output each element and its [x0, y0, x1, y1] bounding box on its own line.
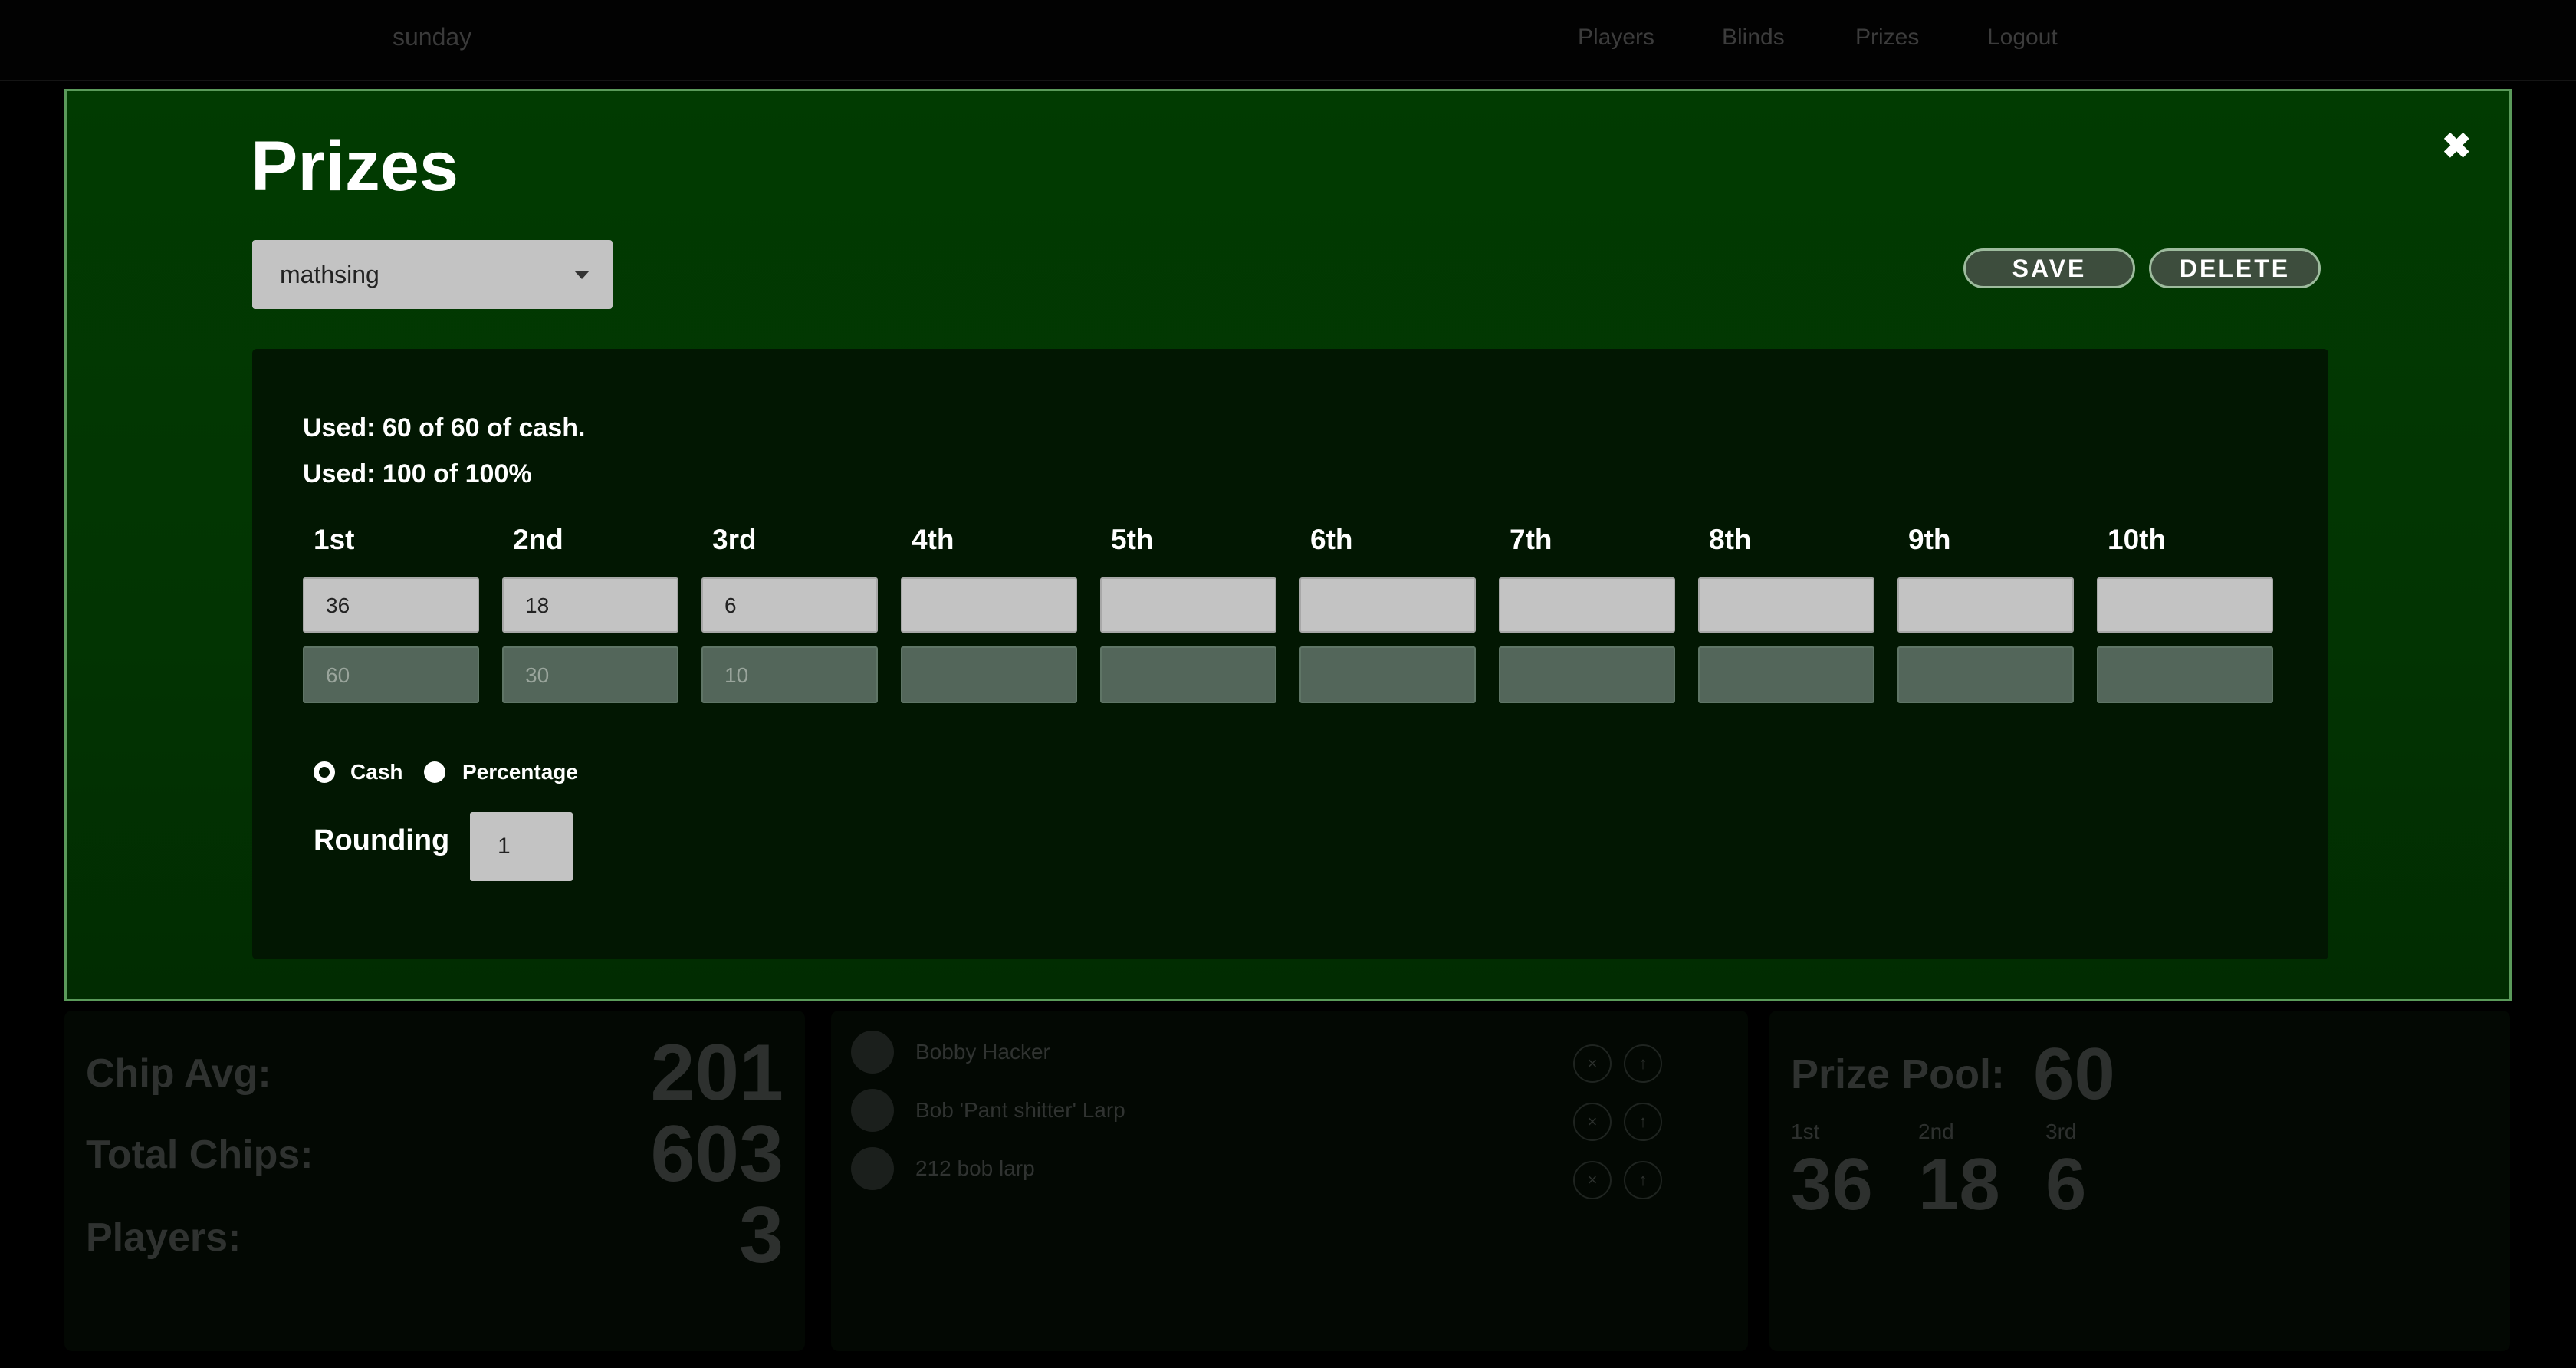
prize-place-amount: 18 — [1918, 1143, 2000, 1225]
place-label-8th: 8th — [1709, 524, 1752, 555]
used-cash-text: Used: 60 of 60 of cash. — [303, 413, 586, 442]
percent-input-7th[interactable] — [1499, 646, 1675, 703]
percent-input-6th[interactable] — [1300, 646, 1476, 703]
percent-input-9th[interactable] — [1898, 646, 2074, 703]
cash-input-2nd[interactable]: 18 — [502, 577, 678, 633]
cash-input-7th[interactable] — [1499, 577, 1675, 633]
avatar — [851, 1031, 894, 1074]
prizes-modal: Prizes ✖ mathsing SAVE DELETE Used: 60 o… — [64, 89, 2512, 1001]
percent-input-1st[interactable]: 60 — [303, 646, 479, 703]
stats-panel: Chip Avg: 201 Total Chips: 603 Players: … — [64, 1011, 805, 1351]
place-label-3rd: 3rd — [712, 524, 757, 555]
prize-place-amount: 36 — [1791, 1143, 1873, 1225]
rebuy-icon[interactable]: ↑ — [1624, 1044, 1662, 1083]
modal-title: Prizes — [251, 127, 459, 206]
percent-input-10th[interactable] — [2097, 646, 2273, 703]
cash-input-3rd[interactable]: 6 — [702, 577, 878, 633]
nav-link-prizes[interactable]: Prizes — [1855, 25, 1919, 51]
cash-input-10th[interactable] — [2097, 577, 2273, 633]
cash-input-1st[interactable]: 36 — [303, 577, 479, 633]
place-label-6th: 6th — [1310, 524, 1353, 555]
delete-button[interactable]: DELETE — [2149, 248, 2321, 288]
place-label-7th: 7th — [1510, 524, 1552, 555]
chevron-down-icon — [574, 271, 590, 279]
percent-input-4th[interactable] — [901, 646, 1077, 703]
prize-structure-select[interactable]: mathsing — [252, 240, 613, 309]
cash-input-8th[interactable] — [1698, 577, 1875, 633]
rounding-label: Rounding — [314, 824, 450, 857]
top-nav: sunday Players Blinds Prizes Logout — [0, 0, 2576, 81]
avatar — [851, 1089, 894, 1132]
avatar — [851, 1147, 894, 1190]
chip-avg-label: Chip Avg: — [86, 1051, 271, 1096]
remove-player-icon[interactable]: × — [1573, 1161, 1612, 1199]
place-label-10th: 10th — [2108, 524, 2167, 555]
prize-pool-panel: Prize Pool: 60 1st 36 2nd 18 3rd 6 — [1769, 1011, 2510, 1351]
prize-pool-label: Prize Pool: — [1791, 1051, 2006, 1097]
select-value: mathsing — [280, 261, 380, 288]
prize-place-label: 3rd — [2045, 1120, 2077, 1143]
player-name: Bob 'Pant shitter' Larp — [915, 1098, 1125, 1122]
percent-input-8th[interactable] — [1698, 646, 1875, 703]
player-name: Bobby Hacker — [915, 1040, 1050, 1064]
place-label-2nd: 2nd — [513, 524, 564, 555]
player-name: 212 bob larp — [915, 1156, 1035, 1180]
prize-place-label: 1st — [1791, 1120, 1820, 1143]
prize-place-label: 2nd — [1918, 1120, 1954, 1143]
percent-input-2nd[interactable]: 30 — [502, 646, 678, 703]
prize-place-amount: 6 — [2045, 1143, 2087, 1225]
place-label-4th: 4th — [912, 524, 955, 555]
used-percent-text: Used: 100 of 100% — [303, 459, 532, 488]
prize-editor-panel: Used: 60 of 60 of cash. Used: 100 of 100… — [252, 349, 2328, 959]
players-panel: Bobby Hacker × ↑ Bob 'Pant shitter' Larp… — [831, 1011, 1748, 1351]
percentage-radio[interactable] — [424, 761, 445, 783]
close-icon[interactable]: ✖ — [2442, 125, 2472, 166]
save-button[interactable]: SAVE — [1963, 248, 2135, 288]
place-label-1st: 1st — [314, 524, 355, 555]
players-count: 3 — [739, 1191, 784, 1280]
cash-radio-label: Cash — [350, 760, 403, 784]
cash-input-4th[interactable] — [901, 577, 1077, 633]
cash-input-6th[interactable] — [1300, 577, 1476, 633]
total-chips-value: 603 — [650, 1110, 784, 1199]
cash-radio[interactable] — [314, 761, 335, 783]
nav-link-players[interactable]: Players — [1578, 25, 1654, 51]
chip-avg-value: 201 — [650, 1028, 784, 1117]
brand-title[interactable]: sunday — [393, 23, 472, 51]
place-label-9th: 9th — [1908, 524, 1951, 555]
total-chips-label: Total Chips: — [86, 1133, 314, 1177]
cash-input-5th[interactable] — [1100, 577, 1276, 633]
prize-pool-value: 60 — [2033, 1033, 2115, 1115]
cash-input-9th[interactable] — [1898, 577, 2074, 633]
percent-input-5th[interactable] — [1100, 646, 1276, 703]
nav-link-logout[interactable]: Logout — [1987, 25, 2058, 51]
remove-player-icon[interactable]: × — [1573, 1044, 1612, 1083]
players-label: Players: — [86, 1215, 242, 1260]
rebuy-icon[interactable]: ↑ — [1624, 1103, 1662, 1141]
place-label-5th: 5th — [1111, 524, 1154, 555]
nav-link-blinds[interactable]: Blinds — [1722, 25, 1785, 51]
rounding-input[interactable]: 1 — [470, 812, 573, 881]
rebuy-icon[interactable]: ↑ — [1624, 1161, 1662, 1199]
percentage-radio-label: Percentage — [462, 760, 578, 784]
remove-player-icon[interactable]: × — [1573, 1103, 1612, 1141]
percent-input-3rd[interactable]: 10 — [702, 646, 878, 703]
